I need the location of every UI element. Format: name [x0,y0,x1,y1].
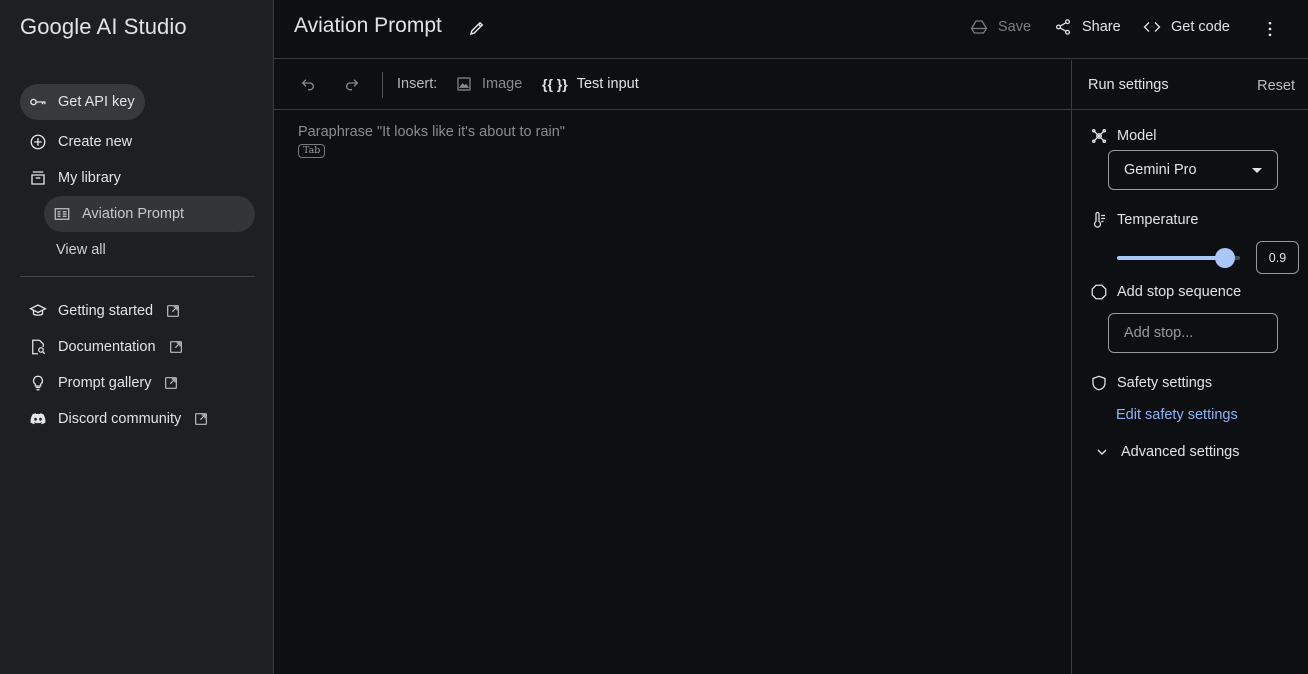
sidebar-item-my-library[interactable]: My library [28,160,121,196]
page-title: Aviation Prompt [294,14,442,37]
safety-settings-label: Safety settings [1117,375,1213,391]
app-title: Google AI Studio [20,14,187,39]
sidebar-item-label: Create new [58,134,133,150]
model-icon [1091,128,1107,144]
model-label: Model [1117,128,1157,144]
sidebar-item-label: Discord community [58,411,182,427]
insert-label: Insert: [397,76,438,92]
sidebar-item-label: My library [58,170,121,186]
test-input-label: Test input [576,76,639,92]
lightbulb-icon [28,373,48,393]
drive-icon [970,20,988,34]
model-select[interactable]: Gemini Pro [1108,150,1278,190]
temperature-slider-thumb[interactable] [1215,248,1235,268]
get-code-button[interactable]: Get code [1143,18,1230,36]
discord-icon [28,409,48,429]
model-select-value: Gemini Pro [1124,162,1197,178]
toolbar-divider [382,72,383,98]
sidebar-divider [20,276,255,277]
sidebar-item-label: Aviation Prompt [82,206,185,222]
key-icon [28,92,48,112]
editor-toolbar: Insert: Image {{ }} Test input [274,60,1071,110]
sidebar-link-getting-started[interactable]: Getting started [28,293,181,329]
create-new-button[interactable]: Create new [28,124,132,160]
edit-safety-settings-link[interactable]: Edit safety settings [1116,407,1238,423]
image-icon [457,77,471,91]
temperature-label-row: Temperature [1090,211,1198,229]
save-label: Save [998,19,1032,35]
external-link-icon [168,339,184,355]
sidebar-item-label: Getting started [58,303,154,319]
get-api-key-button[interactable]: Get API key [20,84,145,120]
shield-icon [1092,375,1106,391]
external-link-icon [165,303,181,319]
dropdown-arrow-icon [1252,168,1262,173]
share-icon [1055,19,1071,35]
pencil-icon[interactable] [468,19,486,37]
sidebar-item-label: Prompt gallery [58,375,152,391]
insert-image-button[interactable]: Image [456,76,522,92]
advanced-settings-toggle[interactable]: Advanced settings [1090,444,1240,460]
external-link-icon [163,375,179,391]
external-link-icon [193,411,209,427]
stop-hexagon-icon [1091,284,1107,300]
chevron-down-icon [1097,449,1107,455]
safety-label-row: Safety settings [1090,374,1212,392]
sidebar-link-discord[interactable]: Discord community [28,401,209,437]
view-all-link[interactable]: View all [56,232,106,268]
sidebar: Google AI Studio Get API key Create new … [0,0,274,674]
curly-braces-icon: {{ }} [542,76,568,92]
tab-key-hint: Tab [298,144,326,158]
editor-placeholder: Paraphrase "It looks like it's about to … [298,124,565,140]
library-icon [28,168,48,188]
header: Aviation Prompt Save Share Get code [274,0,1308,59]
code-icon [1143,22,1161,32]
get-code-label: Get code [1171,19,1230,35]
stop-sequence-label-row: Add stop sequence [1090,283,1241,301]
advanced-settings-label: Advanced settings [1121,444,1240,460]
document-search-icon [28,337,48,357]
run-settings-header: Run settings Reset [1072,60,1308,110]
undo-icon[interactable] [300,77,316,93]
save-button[interactable]: Save [970,18,1031,36]
thermometer-icon [1093,211,1105,228]
more-vert-icon[interactable] [1260,19,1280,39]
prompt-editor[interactable]: Paraphrase "It looks like it's about to … [298,124,565,158]
temperature-label: Temperature [1117,212,1199,228]
add-circle-icon [28,132,48,152]
sidebar-link-documentation[interactable]: Documentation [28,329,184,365]
run-settings-panel: Run settings Reset Model Gemini Pro Temp… [1071,60,1308,674]
redo-icon[interactable] [344,77,360,93]
image-label: Image [482,76,523,92]
stop-sequence-input[interactable] [1108,313,1278,353]
run-settings-title: Run settings [1088,77,1169,93]
temperature-value-input[interactable]: 0.9 [1256,241,1299,274]
share-button[interactable]: Share [1054,18,1121,36]
graduation-cap-icon [28,301,48,321]
sidebar-link-prompt-gallery[interactable]: Prompt gallery [28,365,179,401]
reset-button[interactable]: Reset [1257,78,1295,94]
sidebar-item-label: Documentation [58,339,156,355]
sidebar-item-aviation-prompt[interactable]: Aviation Prompt [44,196,255,232]
prompt-icon [52,204,72,224]
share-label: Share [1082,19,1121,35]
sidebar-item-label: Get API key [58,94,135,110]
stop-sequence-label: Add stop sequence [1117,284,1242,300]
test-input-button[interactable]: {{ }} Test input [542,76,639,92]
model-label-row: Model [1090,127,1157,145]
